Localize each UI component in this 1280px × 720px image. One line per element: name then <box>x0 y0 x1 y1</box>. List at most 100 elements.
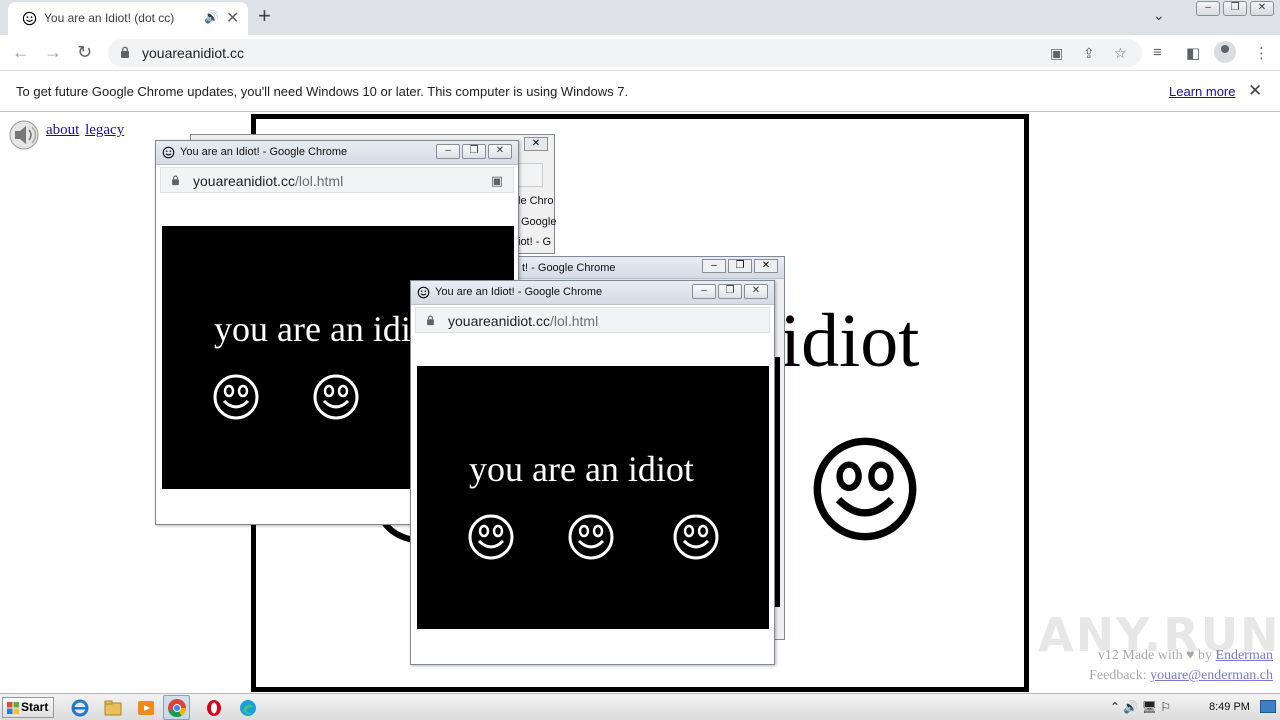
reload-button[interactable]: ↻ <box>77 42 92 63</box>
close-window-button[interactable]: ✕ <box>754 259 778 273</box>
smiley-favicon-icon <box>162 146 175 159</box>
windows-taskbar: Start ⌃ 🔊 🖥 ⚐ 8:49 PM <box>0 693 1280 720</box>
infobar-close-button[interactable]: ✕ <box>1248 81 1262 101</box>
big-idiot-text: idiot <box>780 299 920 383</box>
minimize-button[interactable]: – <box>436 144 460 159</box>
learn-more-link[interactable]: Learn more <box>1169 84 1235 99</box>
profile-avatar-icon[interactable] <box>1214 41 1236 63</box>
restore-button[interactable]: ❐ <box>462 144 486 159</box>
media-player-icon[interactable] <box>135 697 157 719</box>
taskbar-clock[interactable]: 8:49 PM <box>1209 701 1250 713</box>
behind-fragment: le Chro <box>518 195 554 207</box>
popup-address-bar[interactable]: youareanidiot.cc/lol.html <box>415 307 770 333</box>
restore-button[interactable]: ❐ <box>728 259 752 273</box>
share-icon[interactable]: ⇪ <box>1083 45 1095 62</box>
audio-playing-icon[interactable]: 🔊 <box>204 10 219 24</box>
windows-logo-icon <box>7 702 19 714</box>
side-panel-icon[interactable]: ◧ <box>1186 44 1200 62</box>
close-window-button[interactable]: ✕ <box>744 284 768 299</box>
close-window-button[interactable]: ✕ <box>1250 1 1274 16</box>
popup-url-path: /lol.html <box>549 313 599 329</box>
url-text[interactable]: youareanidiot.cc <box>142 45 244 61</box>
lock-icon[interactable] <box>120 46 130 59</box>
idiot-text: you are an idiot <box>214 309 439 349</box>
credits-line: v12 Made with ♥ by Enderman <box>1098 648 1273 664</box>
minimize-button[interactable]: – <box>702 259 726 273</box>
idiot-black-panel: you are an idiot <box>417 366 769 629</box>
popup-url-domain: youareanidiot.cc <box>448 313 550 329</box>
made-with-text: v12 Made with ♥ by <box>1097 648 1212 663</box>
popup-url[interactable]: youareanidiot.cc/lol.html <box>193 173 343 189</box>
popup-title: You are an Idiot! - Google Chrome <box>180 146 348 158</box>
tab-close-button[interactable]: ✕ <box>226 8 239 28</box>
feedback-line: Feedback: youare@enderman.ch <box>1089 668 1273 684</box>
popup-url-domain: youareanidiot.cc <box>193 173 295 189</box>
background-popup-controls: ✕ <box>524 137 548 151</box>
update-infobar: To get future Google Chrome updates, you… <box>0 72 1280 112</box>
tab-search-button[interactable]: ⌄ <box>1153 7 1165 24</box>
infobar-message: To get future Google Chrome updates, you… <box>16 84 629 99</box>
system-tray-icons[interactable]: ⌃ 🔊 🖥 ⚐ <box>1110 700 1171 714</box>
top-links: about legacy <box>46 122 126 139</box>
internet-explorer-icon[interactable] <box>69 697 91 719</box>
behind-fragment: Google <box>521 216 557 228</box>
popup-blocked-icon[interactable]: ▣ <box>1050 45 1063 62</box>
window-controls: – ❐ ✕ <box>1196 1 1274 16</box>
smiley-face-icon <box>313 374 359 420</box>
close-window-button[interactable]: ✕ <box>524 137 548 151</box>
edge-icon[interactable] <box>237 697 259 719</box>
minimize-button[interactable]: – <box>692 284 716 299</box>
smiley-favicon-icon <box>22 11 37 26</box>
start-label: Start <box>21 700 49 714</box>
popup-title: You are an Idiot! - Google Chrome <box>435 286 603 298</box>
menu-kebab-icon[interactable]: ⋮ <box>1254 44 1269 62</box>
popup-window-controls: – ❐ ✕ <box>436 144 512 159</box>
browser-tab[interactable]: You are an Idiot! (dot cc) 🔊 ✕ <box>8 2 248 35</box>
popup-titlebar[interactable]: You are an Idiot! - Google Chrome – ❐ ✕ <box>156 141 518 165</box>
restore-button[interactable]: ❐ <box>718 284 742 299</box>
tab-strip: You are an Idiot! (dot cc) 🔊 ✕ + ⌄ – ❐ ✕ <box>0 0 1280 35</box>
feedback-email-link[interactable]: youare@enderman.ch <box>1150 668 1273 683</box>
chrome-icon <box>168 699 186 718</box>
minimize-button[interactable]: – <box>1196 1 1220 16</box>
behind-fragment: iot! - G <box>518 236 552 248</box>
smiley-face-icon <box>673 514 719 560</box>
chrome-taskbar-button[interactable] <box>163 695 190 720</box>
idiot-popup-window[interactable]: You are an Idiot! - Google Chrome – ❐ ✕ … <box>410 280 775 665</box>
forward-button[interactable]: → <box>44 42 62 63</box>
back-button[interactable]: ← <box>12 42 30 63</box>
restore-button[interactable]: ❐ <box>1223 1 1247 16</box>
smiley-face-icon <box>468 514 514 560</box>
idiot-text: you are an idiot <box>469 449 694 489</box>
media-control-icon[interactable]: ≡ <box>1153 44 1162 61</box>
background-popup-controls: – ❐ ✕ <box>702 259 778 273</box>
new-tab-button[interactable]: + <box>258 3 271 29</box>
smiley-face-icon <box>813 437 917 541</box>
start-button[interactable]: Start <box>2 697 54 718</box>
speaker-icon[interactable] <box>8 119 40 151</box>
lock-icon[interactable] <box>171 175 180 186</box>
lock-icon[interactable] <box>426 315 435 326</box>
feedback-label: Feedback: <box>1089 668 1147 683</box>
author-link[interactable]: Enderman <box>1215 648 1273 663</box>
popup-titlebar[interactable]: You are an Idiot! - Google Chrome – ❐ ✕ <box>411 281 774 305</box>
background-popup-titlebar: t! - Google Chrome – ❐ ✕ <box>516 257 784 279</box>
tab-title: You are an Idiot! (dot cc) <box>44 11 175 25</box>
smiley-face-icon <box>568 514 614 560</box>
opera-icon[interactable] <box>203 697 225 719</box>
popup-blocked-icon[interactable]: ▣ <box>491 173 503 189</box>
bookmark-star-icon[interactable]: ☆ <box>1114 45 1127 62</box>
about-link[interactable]: about <box>46 122 79 138</box>
popup-url[interactable]: youareanidiot.cc/lol.html <box>448 313 598 329</box>
popup-url-path: /lol.html <box>294 173 344 189</box>
close-window-button[interactable]: ✕ <box>488 144 512 159</box>
popup-address-bar[interactable]: youareanidiot.cc/lol.html ▣ <box>160 167 514 193</box>
browser-toolbar: ← → ↻ youareanidiot.cc ▣ ⇪ ☆ ≡ ◧ ⋮ <box>0 35 1280 71</box>
show-desktop-button[interactable] <box>1260 700 1276 713</box>
file-explorer-icon[interactable] <box>102 697 124 719</box>
smiley-favicon-icon <box>417 286 430 299</box>
address-bar[interactable]: youareanidiot.cc ▣ ⇪ ☆ <box>108 39 1142 67</box>
background-popup-title: t! - Google Chrome <box>522 262 616 274</box>
legacy-link[interactable]: legacy <box>85 122 124 138</box>
smiley-face-icon <box>213 374 259 420</box>
